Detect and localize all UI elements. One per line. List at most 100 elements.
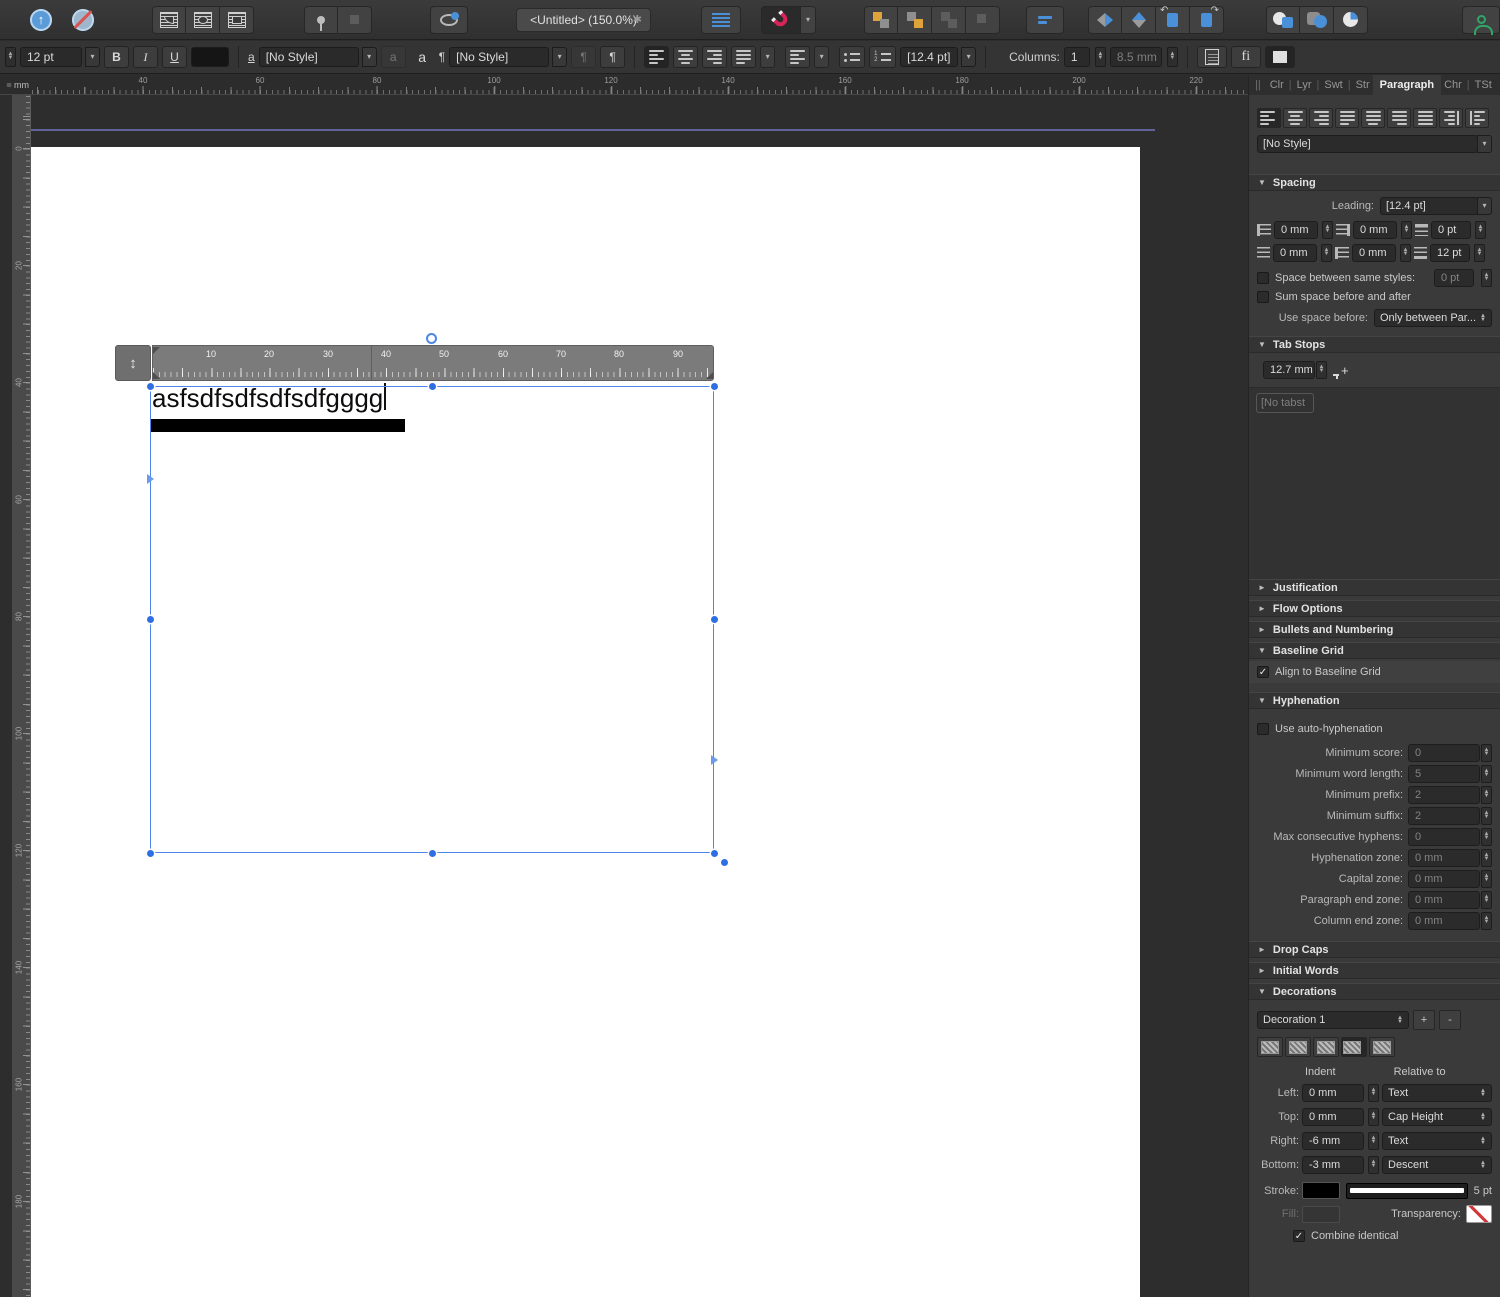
justify-all-button[interactable] <box>1413 108 1437 128</box>
align-towards-spine-button[interactable] <box>1439 108 1463 128</box>
deco-top-field[interactable]: 0 mm <box>1302 1108 1364 1126</box>
deco-top-relative-select[interactable]: Cap Height ▲ ▼ <box>1382 1108 1492 1126</box>
paragraph-style-select[interactable]: [No Style] <box>1257 135 1478 153</box>
align-away-spine-button[interactable] <box>1465 108 1489 128</box>
flip-vertical-button[interactable] <box>1122 5 1156 34</box>
section-header-initial-words[interactable]: ► Initial Words <box>1249 962 1500 979</box>
show-special-chars-button[interactable]: ¶ <box>600 46 626 68</box>
font-size-caret[interactable]: ▾ <box>85 47 100 67</box>
gutter-stepper[interactable]: ▲ ▼ <box>1166 47 1178 67</box>
auto-hyphenation-checkbox[interactable] <box>1257 723 1269 735</box>
left-indent-field[interactable]: 0 mm <box>1273 244 1317 262</box>
frame-handle-top-left[interactable] <box>147 383 154 390</box>
move-backward-button[interactable] <box>932 5 966 34</box>
snapping-button[interactable] <box>761 5 801 34</box>
text-frame[interactable] <box>150 386 714 853</box>
hyphenation-field[interactable]: 2 <box>1408 786 1480 804</box>
add-decoration-button[interactable]: + <box>1413 1010 1435 1030</box>
paragraph-style-caret[interactable]: ▾ <box>1477 135 1492 153</box>
align-right-button[interactable] <box>702 46 728 68</box>
update-para-style-button[interactable]: ¶ <box>571 46 597 68</box>
hyphenation-field[interactable]: 0 <box>1408 744 1480 762</box>
hyphenation-field[interactable]: 2 <box>1408 807 1480 825</box>
decoration-style-fill-button[interactable] <box>1285 1037 1311 1057</box>
text-ruler-handle[interactable]: ↕ <box>115 345 151 381</box>
stepper[interactable]: ▲ ▼ <box>1481 786 1492 804</box>
use-space-before-select[interactable]: Only between Par... ▲ ▼ <box>1374 309 1492 327</box>
deco-right-field[interactable]: -6 mm <box>1302 1132 1364 1150</box>
font-size-stepper[interactable]: ▲ ▼ <box>5 47 16 67</box>
leading-select[interactable]: [12.4 pt] <box>1380 197 1478 215</box>
deco-left-field[interactable]: 0 mm <box>1302 1084 1364 1102</box>
bold-button[interactable]: B <box>104 46 129 68</box>
publisher-persona-button[interactable]: ↑ <box>20 6 62 34</box>
boolean-add-button[interactable] <box>1266 5 1300 34</box>
color-picker-button[interactable] <box>430 5 468 34</box>
document-title[interactable]: <Untitled> (150.0%) ✱ <box>516 7 651 32</box>
stepper[interactable]: ▲ ▼ <box>1474 244 1485 262</box>
decoration-style-border-button[interactable] <box>1313 1037 1339 1057</box>
stroke-color-swatch[interactable] <box>1302 1182 1340 1199</box>
frame-handle-top-right[interactable] <box>711 383 718 390</box>
font-size-select[interactable]: 12 pt <box>20 47 82 67</box>
stroke-width-preview[interactable] <box>1346 1182 1468 1199</box>
stepper[interactable]: ▲ ▼ <box>1481 870 1492 888</box>
section-header-flow-options[interactable]: ► Flow Options <box>1249 600 1500 617</box>
stepper[interactable]: ▲ ▼ <box>1368 1132 1379 1150</box>
frame-handle-top-mid[interactable] <box>429 383 436 390</box>
stepper[interactable]: ▲ ▼ <box>1475 221 1486 239</box>
default-tab-stop-field[interactable]: 12.7 mm <box>1263 361 1315 379</box>
right-indent-field[interactable]: 0 mm <box>1353 221 1397 239</box>
same-styles-checkbox[interactable] <box>1257 272 1269 284</box>
ruler-corner[interactable]: ≣ mm <box>0 75 31 95</box>
panel-collapse-icon[interactable]: || <box>1249 75 1267 95</box>
decoration-select[interactable]: Decoration 1 ▲ ▼ <box>1257 1011 1409 1029</box>
same-styles-field[interactable]: 0 pt <box>1434 269 1474 287</box>
pin-button[interactable] <box>304 5 338 34</box>
last-line-indent-field[interactable]: 0 mm <box>1352 244 1396 262</box>
space-before-field[interactable]: 0 pt <box>1431 221 1471 239</box>
frame-handle-bottom-right[interactable] <box>711 850 718 857</box>
move-to-front-button[interactable] <box>864 5 898 34</box>
right-indent-marker[interactable] <box>706 372 713 379</box>
document-canvas[interactable]: 0 20 40 60 80 100 120 140 160 180 asfsdf… <box>0 95 1248 1297</box>
leading-caret[interactable]: ▾ <box>1477 197 1492 215</box>
tab-stop-list[interactable]: [No tabst <box>1249 387 1500 579</box>
hyphenation-field[interactable]: 0 mm <box>1408 870 1480 888</box>
rotate-ccw-button[interactable] <box>1156 5 1190 34</box>
bullet-list-button[interactable] <box>839 46 866 68</box>
hyphenation-field[interactable]: 5 <box>1408 765 1480 783</box>
tab-chr[interactable]: Chr <box>1441 75 1465 95</box>
rotation-handle[interactable] <box>426 333 437 344</box>
align-right-button[interactable] <box>1309 108 1333 128</box>
stepper[interactable]: ▲ ▼ <box>1321 244 1332 262</box>
stepper[interactable]: ▲ ▼ <box>1401 221 1412 239</box>
section-header-bullets[interactable]: ► Bullets and Numbering <box>1249 621 1500 638</box>
unpin-button[interactable] <box>338 5 372 34</box>
align-center-button[interactable] <box>673 46 699 68</box>
stepper[interactable]: ▲ ▼ <box>1481 828 1492 846</box>
wrap-around-button[interactable] <box>186 5 220 34</box>
align-left-button[interactable] <box>644 46 670 68</box>
vertical-align-caret[interactable]: ▾ <box>814 46 830 68</box>
baseline-grid-button[interactable] <box>701 5 741 34</box>
left-indent-marker[interactable] <box>153 372 160 379</box>
hyphenation-field[interactable]: 0 mm <box>1408 912 1480 930</box>
stepper[interactable]: ▲ ▼ <box>1316 361 1327 379</box>
fill-color-swatch[interactable] <box>1302 1205 1340 1223</box>
text-flow-in-arrow[interactable] <box>147 474 154 484</box>
hyphenation-field[interactable]: 0 <box>1408 828 1480 846</box>
leading-caret[interactable]: ▾ <box>961 47 977 67</box>
horizontal-ruler[interactable]: 40 60 80 100 120 140 160 180 200 220 <box>31 75 1248 95</box>
snapping-dropdown[interactable]: ▾ <box>801 5 816 34</box>
numbered-list-button[interactable]: 12 <box>869 46 897 68</box>
stepper[interactable]: ▲ ▼ <box>1368 1156 1379 1174</box>
columns-input[interactable]: 1 <box>1063 47 1090 67</box>
stepper[interactable]: ▲ ▼ <box>1400 244 1411 262</box>
tab-swt[interactable]: Swt <box>1321 75 1345 95</box>
decoration-style-shade-button[interactable] <box>1369 1037 1395 1057</box>
stepper[interactable]: ▲ ▼ <box>1368 1108 1379 1126</box>
stepper[interactable]: ▲ ▼ <box>1481 269 1492 287</box>
sum-space-checkbox[interactable] <box>1257 291 1269 303</box>
gutter-input[interactable]: 8.5 mm <box>1109 47 1162 67</box>
